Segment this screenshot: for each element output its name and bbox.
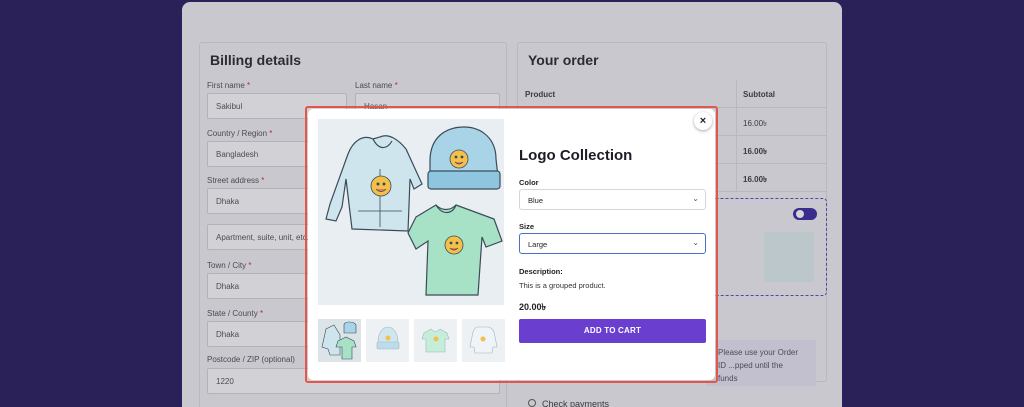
country-label: Country / Region * [207,129,273,138]
radio-icon [528,399,536,407]
product-main-image [318,119,504,305]
row-subtotal: 16.00৳ [743,119,768,128]
size-label: Size [519,222,535,231]
description-text: This is a grouped product. [519,281,606,290]
thumbnail-beanie[interactable] [366,319,409,362]
postcode-label: Postcode / ZIP (optional) [207,355,295,364]
tshirt-thumb-icon [421,328,450,353]
quick-view-modal: × Logo Collection Color Blue ⌄ Size Larg… [308,109,715,380]
col-divider [736,108,737,136]
col-product: Product [525,90,556,99]
hoodie-thumb-icon [469,326,498,354]
last-name-label: Last name * [355,81,398,90]
beanie-thumb-icon [376,326,400,350]
product-title: Logo Collection [519,147,633,164]
clothing-illustration [325,126,503,296]
state-label: State / County * [207,309,264,318]
col-subtotal: Subtotal [743,90,775,99]
clothing-thumb-icon [321,321,357,360]
upsell-product-image [764,232,814,282]
thumbnail-collection[interactable] [318,319,361,362]
col-divider [736,80,737,108]
col-divider [736,164,737,192]
close-button[interactable]: × [694,112,712,130]
color-label: Color [519,178,539,187]
first-name-label: First name * [207,81,251,90]
color-select[interactable]: Blue ⌄ [519,189,706,210]
col-divider [736,136,737,164]
payment-notice: Please use your Order ID ...pped until t… [706,340,816,386]
description-label: Description: [519,267,563,276]
check-payments-option[interactable]: Check payments [528,399,609,407]
thumbnail-hoodie[interactable] [462,319,505,362]
chevron-down-icon: ⌄ [692,194,699,203]
row-total: 16.00৳ [743,175,768,184]
product-price: 20.00৳ [519,302,547,312]
color-select-value: Blue [528,196,544,205]
size-select-value: Large [528,240,548,249]
order-title: Your order [528,52,599,68]
thumbnail-tshirt[interactable] [414,319,457,362]
street-label: Street address * [207,176,265,185]
upsell-toggle[interactable] [793,208,817,220]
add-to-cart-button[interactable]: ADD TO CART [519,319,706,343]
city-label: Town / City * [207,261,252,270]
billing-title: Billing details [210,52,302,68]
order-header-row: Product Subtotal [517,80,827,108]
chevron-down-icon: ⌄ [692,238,699,247]
size-select[interactable]: Large ⌄ [519,233,706,254]
row-subtotal: 16.00৳ [743,147,768,156]
